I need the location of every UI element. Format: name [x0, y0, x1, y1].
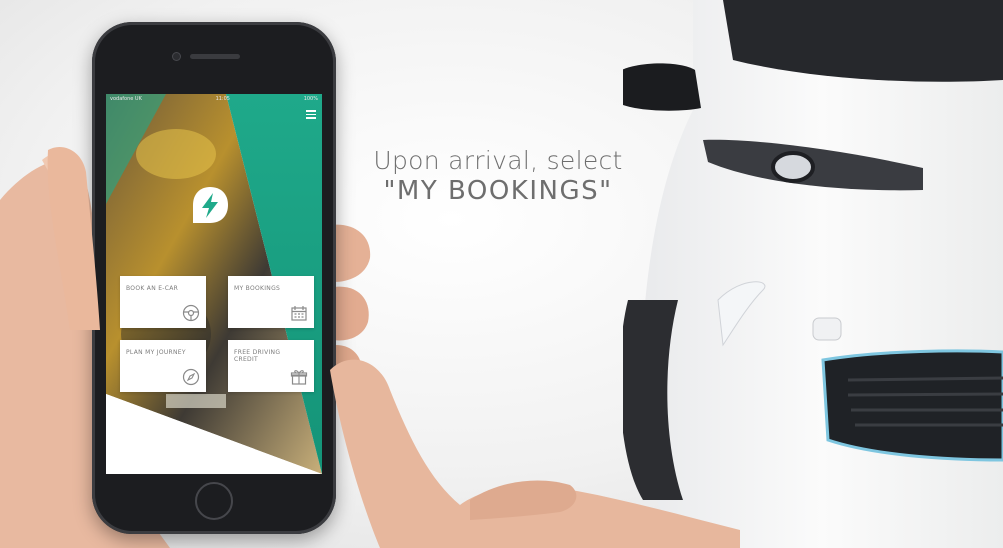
calendar-icon — [291, 306, 307, 321]
compass-icon — [182, 368, 200, 386]
pointing-hand — [330, 359, 740, 548]
tile-my-bookings[interactable]: MY BOOKINGS — [228, 276, 314, 328]
earpiece-speaker — [190, 54, 240, 59]
gift-icon — [290, 370, 308, 385]
tile-plan-my-journey[interactable]: PLAN MY JOURNEY — [120, 340, 206, 392]
status-bar: vodafone UK 11:05 100% — [106, 94, 322, 103]
tile-label: BOOK AN E-CAR — [126, 285, 179, 292]
promo-scene: Upon arrival, select "MY BOOKINGS" vodaf… — [0, 0, 1003, 548]
app-screen: vodafone UK 11:05 100% BOOK AN E-CAR MY … — [106, 94, 322, 474]
thumb — [47, 146, 100, 330]
steering-wheel-icon — [182, 304, 200, 322]
tile-label: FREE DRIVING CREDIT — [234, 349, 281, 363]
battery-label: 100% — [303, 95, 318, 102]
tile-book-an-e-car[interactable]: BOOK AN E-CAR — [120, 276, 206, 328]
front-camera — [173, 53, 180, 60]
app-leaf-bolt-logo — [193, 187, 228, 223]
tile-label: PLAN MY JOURNEY — [126, 349, 186, 356]
home-button[interactable] — [195, 482, 233, 520]
smartphone: vodafone UK 11:05 100% BOOK AN E-CAR MY … — [92, 22, 336, 534]
clock-label: 11:05 — [215, 95, 230, 102]
tile-free-driving-credit[interactable]: FREE DRIVING CREDIT — [228, 340, 314, 392]
tile-label: MY BOOKINGS — [234, 285, 281, 292]
hamburger-menu-icon[interactable] — [306, 110, 316, 119]
